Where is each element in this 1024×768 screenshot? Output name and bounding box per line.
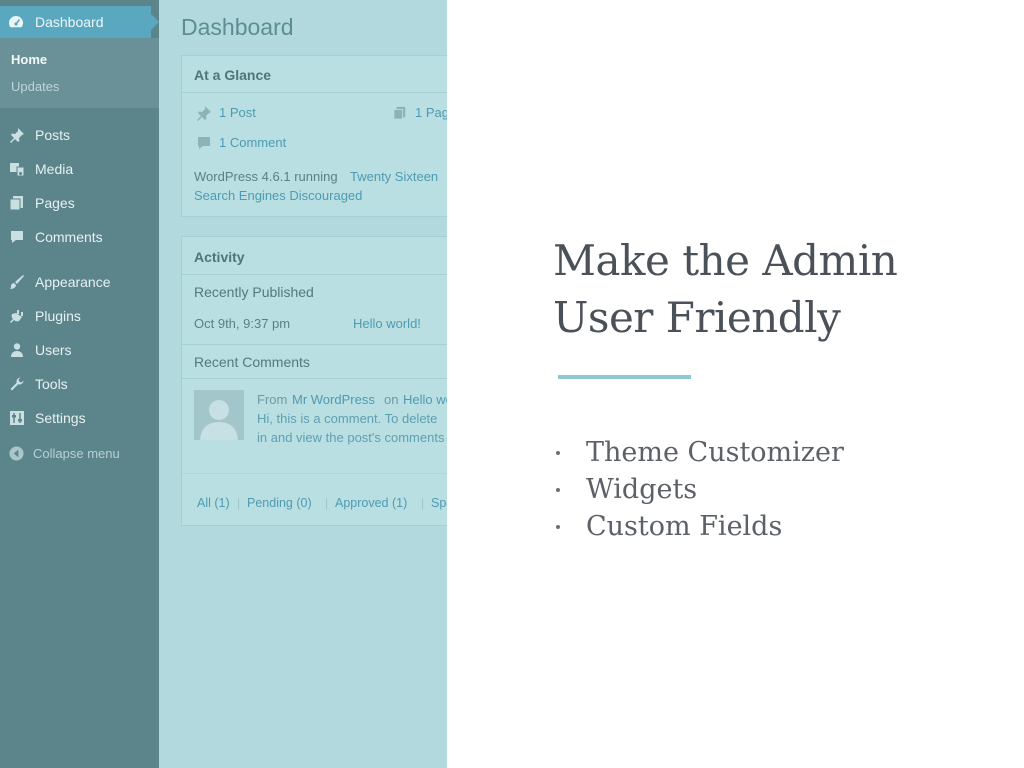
sidebar-item-media[interactable]: Media: [0, 158, 159, 182]
sidebar-item-label: Comments: [35, 229, 103, 245]
user-icon: [11, 343, 23, 357]
list-item: Theme Customizer: [553, 434, 844, 471]
plug-icon: [10, 310, 23, 323]
widget-divider: [182, 92, 447, 93]
list-item-text: Theme Customizer: [586, 437, 844, 468]
posts-count-link[interactable]: 1 Post: [219, 105, 256, 120]
list-item: Custom Fields: [553, 508, 844, 545]
pages-icon: [393, 106, 406, 120]
bullet-dot: [556, 488, 560, 492]
collapse-icon: [9, 446, 24, 461]
admin-sidebar: Dashboard Home Updates Posts Media Pages: [0, 0, 159, 768]
sidebar-item-pages[interactable]: Pages: [0, 192, 159, 216]
sidebar-item-label: Posts: [35, 127, 71, 143]
submenu-home[interactable]: Home: [11, 52, 47, 67]
avatar: [194, 390, 244, 440]
pin-icon: [10, 128, 24, 143]
media-icon: [10, 163, 25, 177]
filter-spam-link[interactable]: Spam: [431, 496, 447, 510]
comment-icon: [11, 231, 23, 243]
collapse-menu-button[interactable]: Collapse menu: [0, 444, 159, 466]
sidebar-item-label: Media: [35, 161, 74, 177]
sidebar-item-plugins[interactable]: Plugins: [0, 305, 159, 329]
title-underline: [558, 375, 691, 379]
sidebar-item-label: Plugins: [35, 308, 81, 324]
user-silhouette-icon: [200, 400, 238, 440]
filter-approved-link[interactable]: Approved (1): [335, 496, 407, 510]
dashboard-submenu: [0, 38, 159, 108]
list-item-text: Widgets: [586, 474, 698, 505]
activity-widget: Activity Recently Published Oct 9th, 9:3…: [181, 236, 447, 526]
widget-divider: [182, 378, 447, 379]
sidebar-item-comments[interactable]: Comments: [0, 226, 159, 250]
comment-excerpt-line: in and view the post's comments: [257, 430, 445, 445]
widget-divider: [182, 473, 447, 474]
comment-from-label: From: [257, 392, 288, 407]
comments-count-link[interactable]: 1 Comment: [219, 135, 286, 150]
filter-all-link[interactable]: All (1): [197, 496, 230, 510]
widget-divider: [182, 344, 447, 345]
wrench-icon: [10, 377, 24, 391]
search-engines-link[interactable]: Search Engines Discouraged: [194, 188, 362, 203]
recently-published-heading: Recently Published: [194, 284, 314, 300]
sidebar-item-label: Tools: [35, 376, 68, 392]
published-post-link[interactable]: Hello world!: [353, 316, 421, 331]
slide-title-line: Make the Admin: [553, 236, 898, 285]
slide-title-line: User Friendly: [553, 293, 841, 342]
version-text: WordPress 4.6.1 running: [194, 169, 338, 184]
comment-post-link[interactable]: Hello world!: [403, 392, 447, 407]
comment-on-label: on: [384, 392, 399, 407]
widget-heading: Activity: [194, 249, 245, 265]
sidebar-item-label: Users: [35, 342, 72, 358]
widget-heading: At a Glance: [194, 67, 272, 83]
theme-link[interactable]: Twenty Sixteen: [350, 169, 438, 184]
submenu-updates[interactable]: Updates: [11, 79, 59, 94]
slide-title: Make the Admin User Friendly: [553, 232, 898, 346]
comment-author-link[interactable]: Mr WordPress: [292, 392, 375, 407]
brush-icon: [10, 275, 24, 289]
sidebar-item-label: Appearance: [35, 274, 111, 290]
widget-divider: [182, 274, 447, 275]
sidebar-item-label: Pages: [35, 195, 75, 211]
page-title: Dashboard: [181, 14, 294, 40]
bullet-dot: [556, 525, 560, 529]
pin-icon: [197, 106, 211, 121]
dashboard-icon: [9, 16, 23, 28]
sidebar-item-dashboard[interactable]: Dashboard: [0, 6, 159, 38]
feature-list: Theme Customizer Widgets Custom Fields: [553, 434, 844, 545]
pages-count-link[interactable]: 1 Page: [415, 105, 447, 120]
list-item-text: Custom Fields: [586, 511, 783, 542]
filter-separator: |: [421, 496, 425, 510]
filter-pending-link[interactable]: Pending (0): [247, 496, 312, 510]
sidebar-item-posts[interactable]: Posts: [0, 124, 159, 148]
comment-excerpt-line: Hi, this is a comment. To delete: [257, 411, 438, 426]
sidebar-item-label: Dashboard: [35, 14, 104, 30]
recent-comments-heading: Recent Comments: [194, 354, 310, 370]
wp-admin-screenshot: Dashboard Home Updates Posts Media Pages: [0, 0, 447, 768]
collapse-menu-label: Collapse menu: [33, 446, 120, 461]
sidebar-item-appearance[interactable]: Appearance: [0, 271, 159, 295]
comment-icon: [198, 137, 210, 149]
sidebar-item-tools[interactable]: Tools: [0, 373, 159, 397]
filter-separator: |: [237, 496, 241, 510]
filter-separator: |: [325, 496, 329, 510]
settings-icon: [10, 411, 24, 425]
published-date: Oct 9th, 9:37 pm: [194, 316, 291, 331]
bullet-dot: [556, 451, 560, 455]
pages-icon: [9, 196, 23, 211]
sidebar-item-settings[interactable]: Settings: [0, 407, 159, 431]
sidebar-item-users[interactable]: Users: [0, 339, 159, 363]
sidebar-item-label: Settings: [35, 410, 86, 426]
at-a-glance-widget: At a Glance 1 Post 1 Page 1 Comment Word…: [181, 55, 447, 217]
list-item: Widgets: [553, 471, 844, 508]
